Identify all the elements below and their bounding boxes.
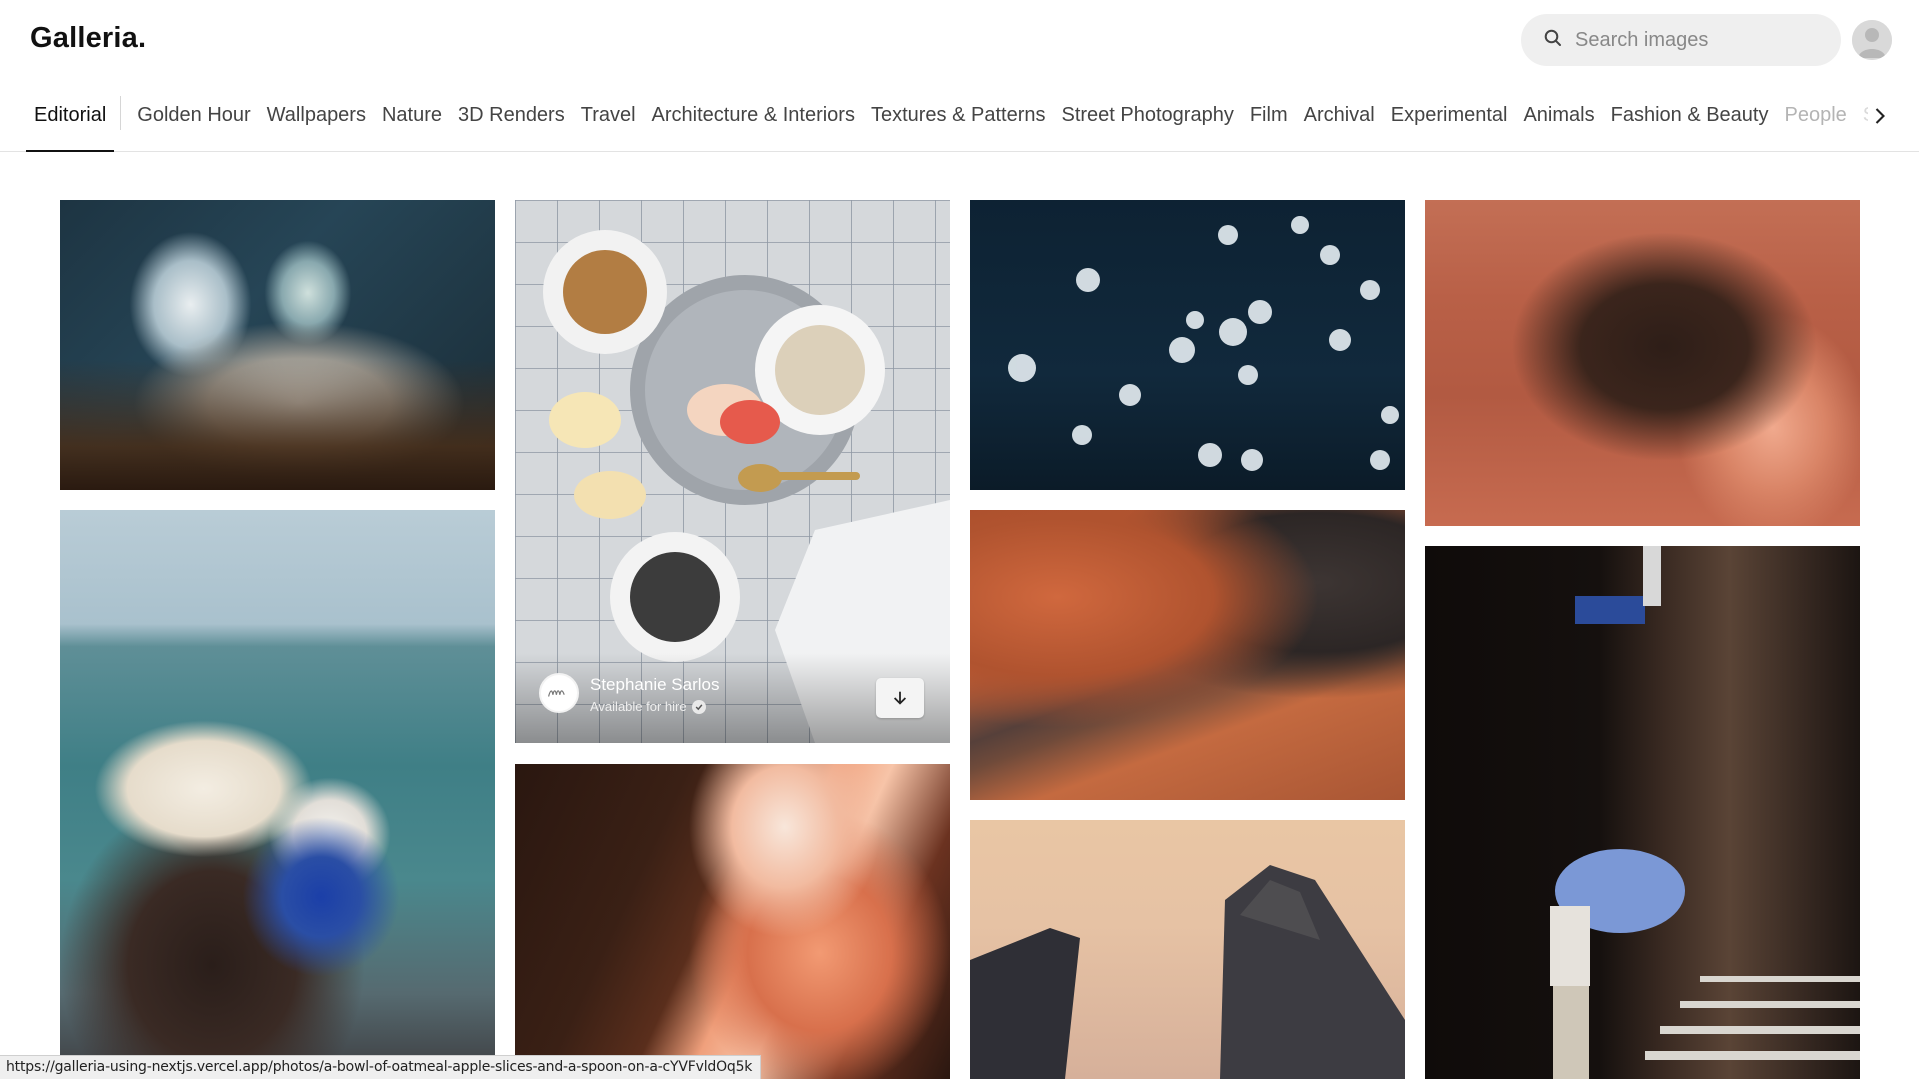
photo-card[interactable] — [60, 200, 495, 490]
verified-check-icon — [691, 699, 706, 714]
photo-sand-dune — [970, 510, 1405, 800]
photo-skyscrapers — [970, 820, 1405, 1079]
photo-card[interactable] — [515, 764, 950, 1079]
photo-card[interactable] — [1425, 200, 1860, 526]
photo-jellyfish — [970, 200, 1405, 490]
photo-card[interactable] — [970, 200, 1405, 490]
photo-card[interactable] — [1425, 546, 1860, 1079]
photo-card[interactable] — [970, 510, 1405, 800]
photo-bedroom — [60, 200, 495, 490]
photo-slot-canyon — [515, 764, 950, 1079]
photo-woman-dog-sea — [60, 510, 495, 1079]
author-avatar-icon[interactable] — [539, 673, 579, 713]
photo-blue-umbrella — [1425, 546, 1860, 1079]
status-bar-url: https://galleria-using-nextjs.vercel.app… — [0, 1055, 762, 1079]
photo-canyon-aerial — [1425, 200, 1860, 526]
photo-grid: Stephanie Sarlos Available for hire — [0, 0, 1919, 1079]
download-arrow-icon — [893, 691, 907, 705]
author-status-text: Available for hire — [590, 699, 687, 714]
photo-card[interactable] — [970, 820, 1405, 1079]
author-name[interactable]: Stephanie Sarlos — [590, 675, 719, 695]
photo-card[interactable] — [60, 510, 495, 1079]
photo-card[interactable]: Stephanie Sarlos Available for hire — [515, 200, 950, 743]
download-button[interactable] — [876, 678, 924, 718]
author-status: Available for hire — [590, 699, 706, 714]
